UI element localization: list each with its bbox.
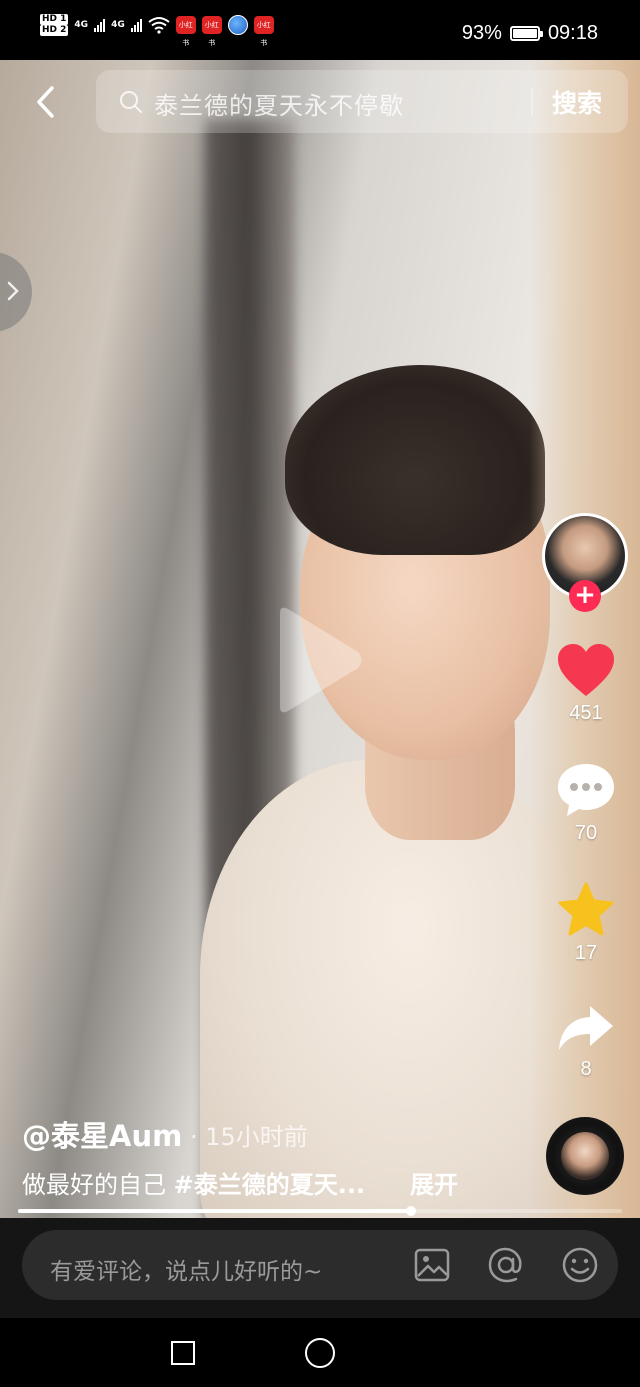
chevron-right-icon xyxy=(7,281,19,301)
signal-1-icon xyxy=(94,18,106,32)
comment-icon xyxy=(558,764,614,816)
caption-text: 做最好的自己 xyxy=(22,1171,174,1199)
signal-2-icon xyxy=(130,18,142,32)
music-cover xyxy=(561,1132,609,1180)
battery-icon xyxy=(509,26,543,41)
author-name[interactable]: @泰星Aum xyxy=(22,1113,182,1155)
wifi-icon xyxy=(148,17,170,34)
post-time: · 15小时前 xyxy=(190,1123,308,1151)
expand-caption-button[interactable]: 展开 xyxy=(410,1165,458,1200)
music-disc-icon[interactable] xyxy=(546,1117,624,1195)
search-query[interactable]: 泰兰德的夏天永不停歇 xyxy=(154,86,404,121)
share-arrow-icon xyxy=(559,1006,613,1050)
comment-input[interactable]: 有爱评论，说点儿好听的~ xyxy=(22,1230,618,1300)
network-type-2: 4G xyxy=(111,20,125,30)
video-subject-hair xyxy=(285,365,545,555)
play-icon[interactable] xyxy=(270,605,365,715)
browser-notification-icon xyxy=(227,15,248,35)
recents-icon[interactable] xyxy=(171,1341,195,1365)
network-type-1: 4G xyxy=(74,20,89,30)
favorite-button[interactable]: 17 xyxy=(546,882,626,965)
comment-button[interactable]: 70 xyxy=(546,762,626,845)
like-count: 451 xyxy=(569,702,603,724)
back-arrow-icon[interactable] xyxy=(30,82,66,122)
progress-knob[interactable] xyxy=(405,1206,416,1216)
share-button[interactable]: 8 xyxy=(546,1002,626,1081)
clock: 09:18 xyxy=(547,22,598,44)
status-bar: HD 1 HD 2 4G 4G 小红书 小红书 小红书 93% 09:18 xyxy=(0,0,640,60)
sim1-label: HD 1 xyxy=(40,14,69,25)
caption-hashtag[interactable]: #泰兰德的夏天... xyxy=(174,1171,365,1199)
progress-fill xyxy=(18,1209,411,1213)
heart-icon xyxy=(558,644,614,696)
star-icon xyxy=(558,882,614,936)
search-divider xyxy=(531,88,533,116)
search-icon xyxy=(120,91,142,113)
favorite-count: 17 xyxy=(574,942,598,964)
system-nav-bar xyxy=(0,1318,640,1387)
comment-placeholder: 有爱评论，说点儿好听的~ xyxy=(50,1259,323,1285)
app-notification-icon: 小红书 xyxy=(175,16,196,47)
video-progress-bar[interactable] xyxy=(18,1206,622,1216)
home-icon[interactable] xyxy=(305,1338,335,1368)
battery-percent: 93% xyxy=(461,22,502,44)
like-button[interactable]: 451 xyxy=(546,642,626,725)
emoji-icon[interactable] xyxy=(560,1245,600,1285)
image-icon[interactable] xyxy=(412,1245,452,1285)
app-notification-icon: 小红书 xyxy=(253,16,274,47)
sim2-label: HD 2 xyxy=(40,25,69,36)
battery-fill xyxy=(512,29,538,38)
mention-icon[interactable] xyxy=(486,1245,526,1285)
status-left: HD 1 HD 2 4G 4G 小红书 小红书 小红书 xyxy=(40,14,274,47)
comment-count: 70 xyxy=(574,822,598,844)
video-caption: 做最好的自己 #泰兰德的夏天... xyxy=(22,1165,365,1200)
comment-bar: 有爱评论，说点儿好听的~ xyxy=(0,1218,640,1318)
follow-button[interactable]: + xyxy=(569,580,601,612)
share-count: 8 xyxy=(580,1058,592,1080)
status-right: 93% 09:18 xyxy=(462,22,598,45)
app-notification-icon: 小红书 xyxy=(201,16,222,47)
search-bar[interactable]: 泰兰德的夏天永不停歇 搜索 xyxy=(96,70,628,133)
sim-indicator: HD 1 HD 2 xyxy=(40,14,69,36)
search-button[interactable]: 搜索 xyxy=(552,84,602,120)
